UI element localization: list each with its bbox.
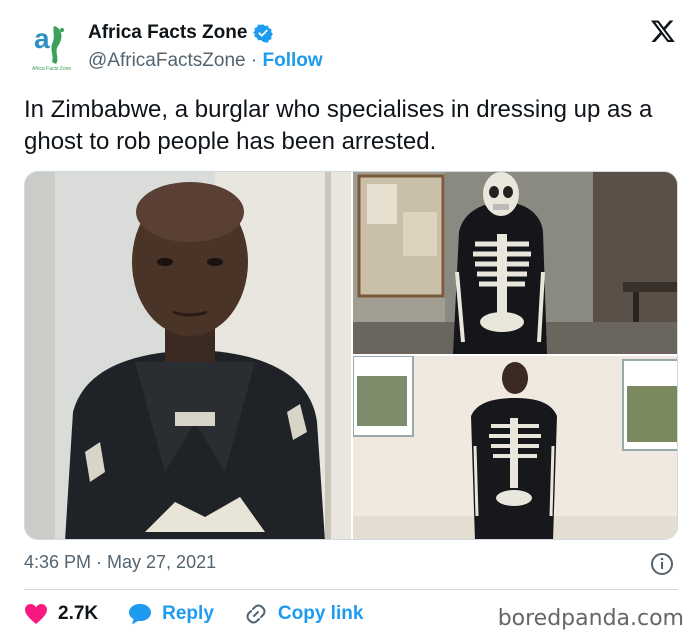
handle-row: @AfricaFactsZone · Follow	[88, 50, 323, 72]
photo-skeleton-costume-full[interactable]	[353, 356, 678, 540]
verified-badge-icon	[253, 24, 274, 43]
divider	[24, 589, 678, 590]
copy-link-label: Copy link	[277, 603, 364, 624]
x-logo-icon[interactable]	[650, 18, 676, 44]
reply-label: Reply	[162, 603, 214, 624]
like-button[interactable]: 2.7K	[24, 603, 98, 625]
heart-icon	[25, 604, 47, 624]
copy-link-button[interactable]: Copy link	[244, 602, 364, 626]
photo-skeleton-costume-mask[interactable]	[353, 172, 678, 354]
handle[interactable]: @AfricaFactsZone	[88, 50, 246, 71]
like-count: 2.7K	[58, 603, 99, 624]
follow-button[interactable]: Follow	[263, 50, 323, 71]
watermark: boredpanda.com	[497, 606, 684, 631]
tweet-text: In Zimbabwe, a burglar who specialises i…	[24, 96, 653, 155]
handle-separator: ·	[245, 50, 263, 71]
africa-logo-icon[interactable]: a Africa Facts Zone	[24, 18, 76, 74]
tweet-header: a Africa Facts Zone Africa Facts Zone @A…	[24, 14, 680, 78]
svg-text:a: a	[34, 23, 50, 54]
info-icon[interactable]	[650, 552, 674, 576]
link-icon	[246, 604, 266, 624]
reply-icon	[129, 604, 152, 625]
svg-text:Africa Facts Zone: Africa Facts Zone	[32, 66, 71, 72]
reply-button[interactable]: Reply	[128, 603, 214, 625]
photo-man-portrait[interactable]	[25, 172, 351, 540]
action-bar: 2.7K Reply Copy link	[24, 602, 393, 626]
tweet-timestamp[interactable]: 4:36 PM · May 27, 2021	[24, 552, 216, 573]
media-grid	[24, 171, 678, 540]
display-name[interactable]: Africa Facts Zone	[88, 22, 247, 44]
